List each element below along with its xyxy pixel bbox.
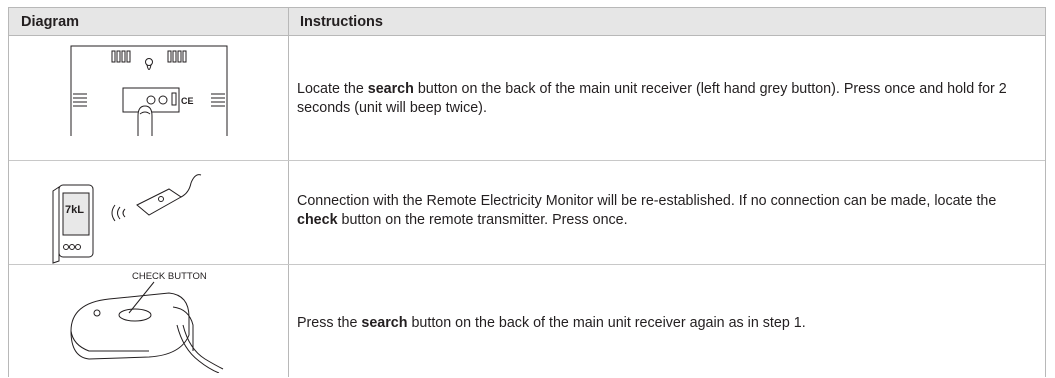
- display-digits: 7kL: [65, 204, 84, 216]
- instructions-column-header: Instructions: [300, 14, 383, 30]
- check-button-diagram: CHECK BUTTON: [49, 265, 249, 374]
- instruction-text: Press the search button on the back of t…: [297, 315, 806, 331]
- receiver-back-diagram: CE: [69, 44, 229, 138]
- table-row: CHECK BUTTON Press the search button on …: [9, 265, 1045, 377]
- instructions-table: Diagram Instructions CE Locate the searc…: [8, 7, 1046, 377]
- ce-mark: CE: [181, 96, 194, 106]
- table-header-row: Diagram Instructions: [9, 7, 1045, 36]
- table-row: CE Locate the search button on the back …: [9, 36, 1045, 161]
- instruction-text: Locate the search button on the back of …: [297, 81, 1007, 116]
- table-row: 7kL Connection with the Remote Electrici…: [9, 161, 1045, 265]
- monitor-and-transmitter-diagram: 7kL: [49, 169, 249, 264]
- check-button-label: CHECK BUTTON: [132, 271, 207, 282]
- instruction-text: Connection with the Remote Electricity M…: [297, 193, 997, 228]
- diagram-column-header: Diagram: [21, 14, 80, 30]
